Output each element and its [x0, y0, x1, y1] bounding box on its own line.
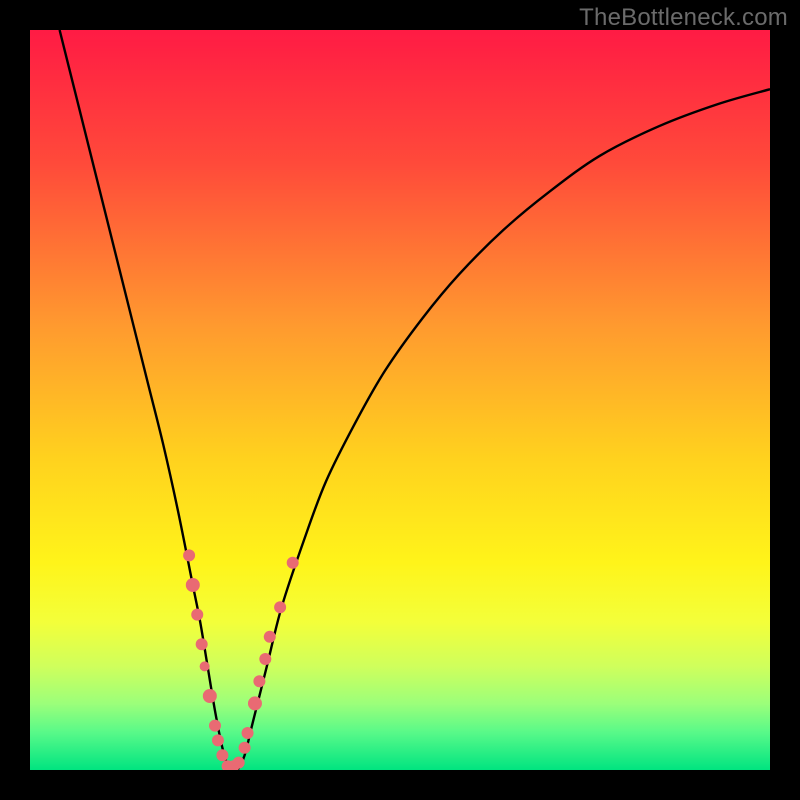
curve-marker	[264, 631, 276, 643]
outer-frame: TheBottleneck.com	[0, 0, 800, 800]
curve-marker	[209, 720, 221, 732]
curve-marker	[212, 734, 224, 746]
curve-marker	[242, 727, 254, 739]
curve-marker	[183, 549, 195, 561]
plot-area	[30, 30, 770, 770]
watermark-text: TheBottleneck.com	[579, 4, 788, 32]
curve-marker	[216, 749, 228, 761]
curve-marker	[200, 661, 210, 671]
curve-marker	[203, 689, 217, 703]
curve-marker	[233, 757, 245, 769]
gradient-background	[30, 30, 770, 770]
bottleneck-chart	[30, 30, 770, 770]
curve-marker	[259, 653, 271, 665]
curve-marker	[186, 578, 200, 592]
curve-marker	[191, 609, 203, 621]
curve-marker	[248, 696, 262, 710]
curve-marker	[287, 557, 299, 569]
curve-marker	[274, 601, 286, 613]
curve-marker	[196, 638, 208, 650]
curve-marker	[253, 675, 265, 687]
curve-marker	[239, 742, 251, 754]
